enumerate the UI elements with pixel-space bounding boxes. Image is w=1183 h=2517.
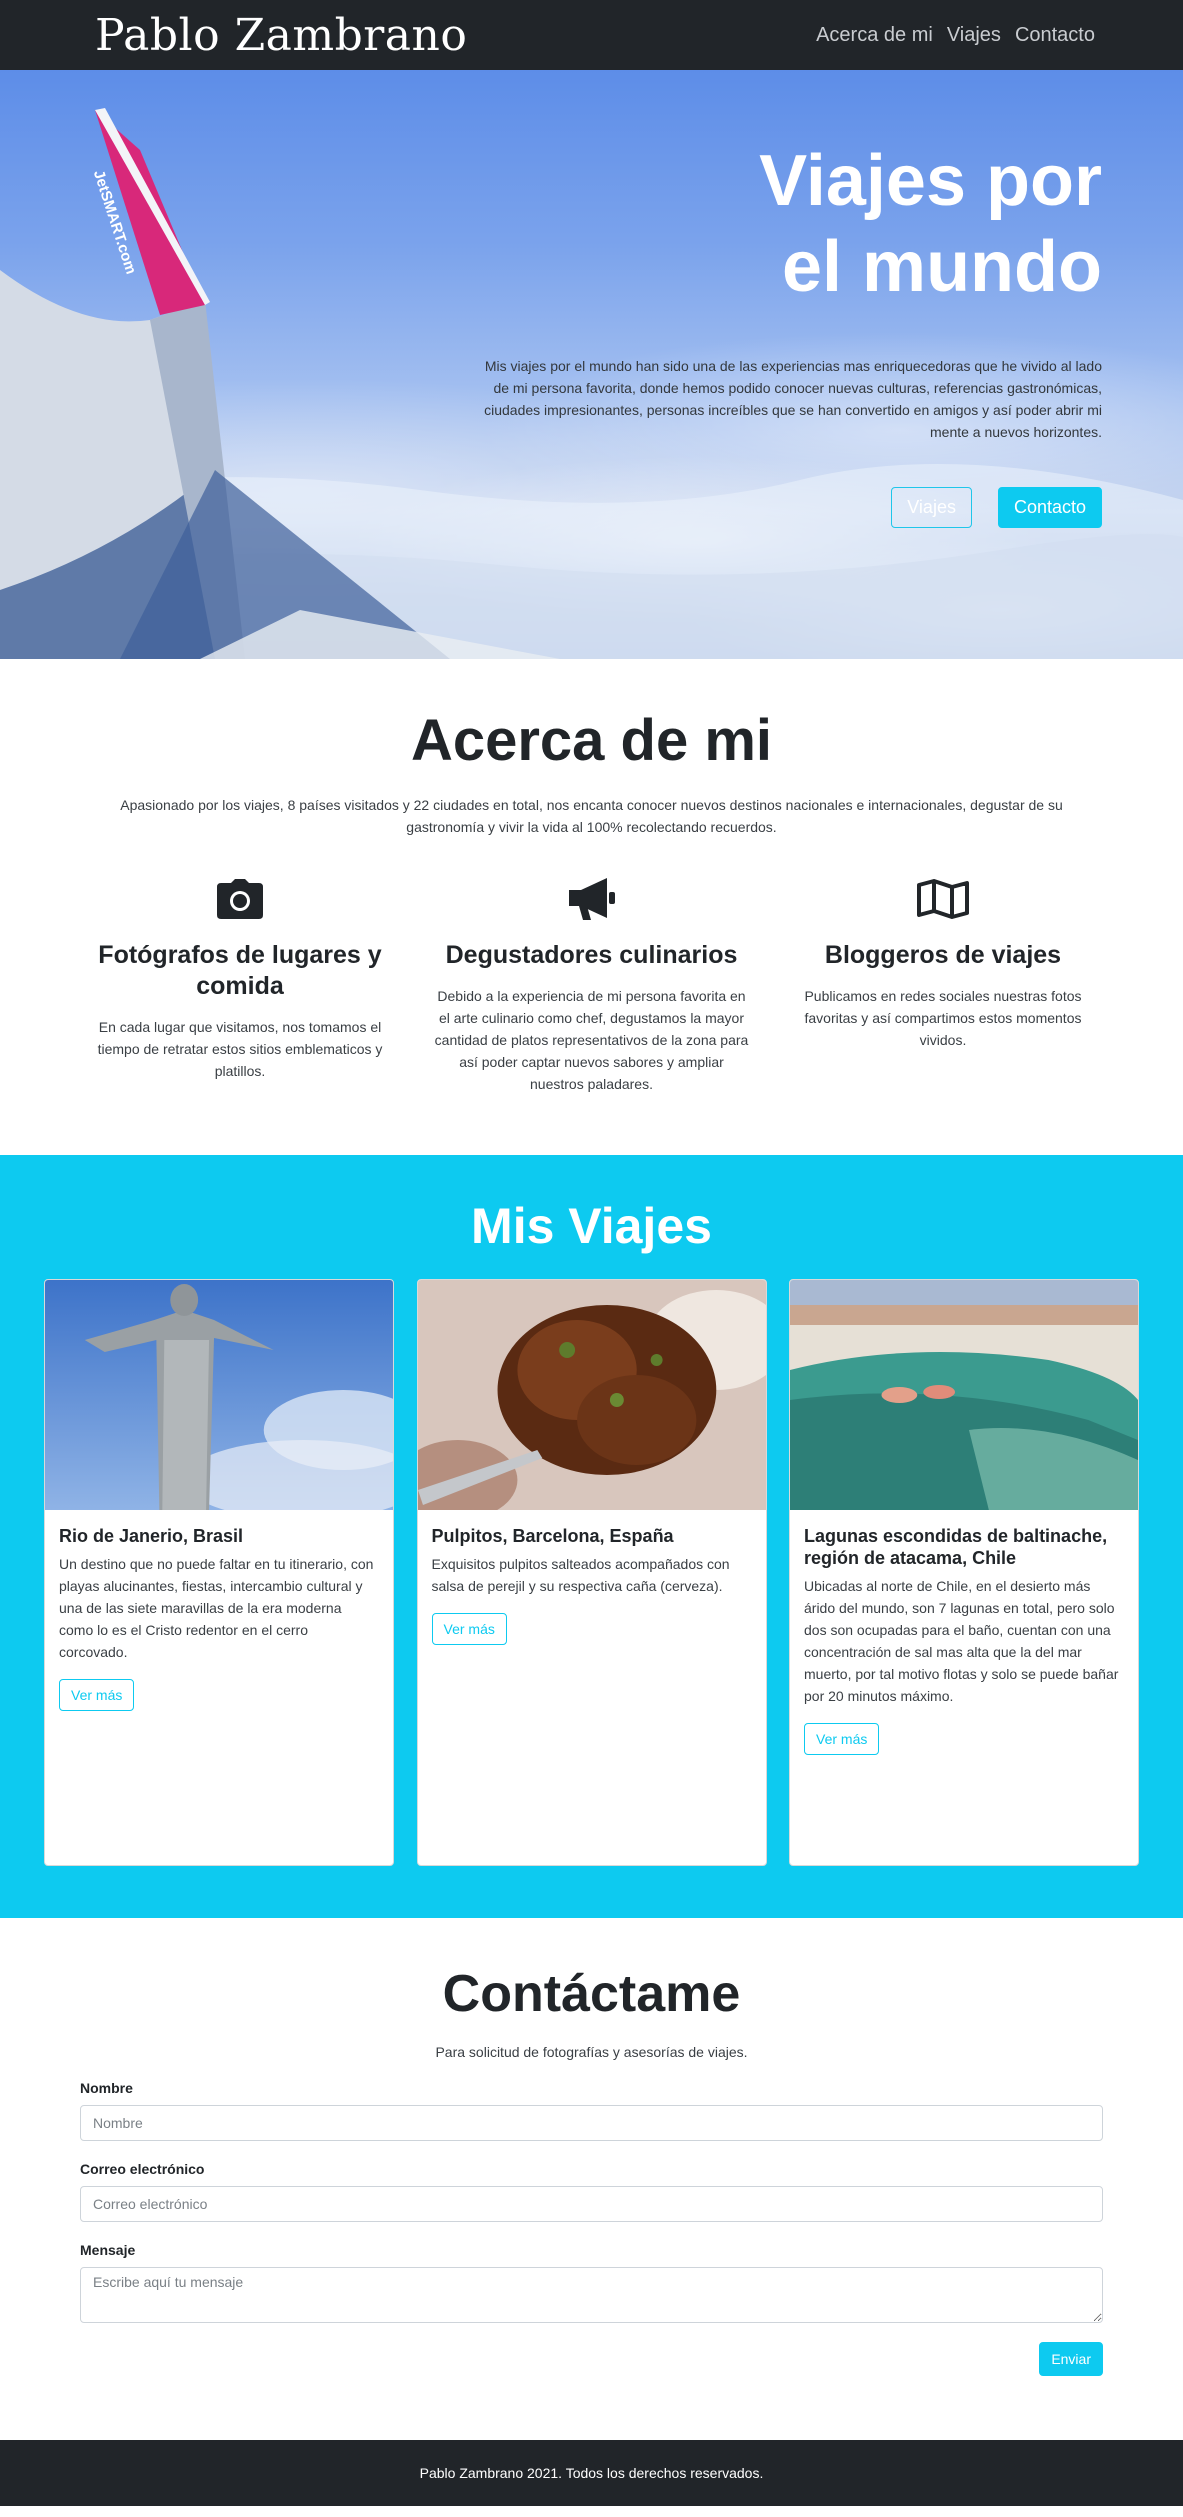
contact-section: Contáctame Para solicitud de fotografías… [0, 1918, 1183, 2440]
nav-link-acerca[interactable]: Acerca de mi [816, 24, 933, 47]
message-label: Mensaje [80, 2242, 136, 2258]
email-label: Correo electrónico [80, 2161, 205, 2177]
name-field[interactable] [80, 2105, 1103, 2141]
travel-cards: Rio de Janerio, Brasil Un destino que no… [44, 1279, 1139, 1866]
hero-title-line2: el mundo [782, 227, 1102, 307]
contact-lead: Para solicitud de fotografías y asesoría… [435, 2044, 748, 2060]
ver-mas-button[interactable]: Ver más [59, 1679, 135, 1711]
pulpitos-image [417, 1280, 766, 1510]
nav-link-contacto[interactable]: Contacto [1015, 24, 1095, 47]
card-text: Exquisitos pulpitos salteados acompañado… [431, 1556, 730, 1594]
travels-section: Mis Viajes Rio de Janerio, Brasil Un des… [0, 1155, 1183, 1918]
footer: Pablo Zambrano 2021. Todos los derechos … [0, 2440, 1183, 2506]
about-title: Acerca de mi [410, 708, 773, 773]
navbar: Pablo Zambrano Acerca de mi Viajes Conta… [0, 0, 1183, 70]
megaphone-icon [432, 874, 752, 924]
contact-form: Nombre Correo electrónico Mensaje Enviar [80, 2080, 1103, 2376]
travel-card-rio: Rio de Janerio, Brasil Un destino que no… [44, 1279, 394, 1866]
card-body: Rio de Janerio, Brasil Un destino que no… [45, 1510, 393, 1726]
camera-icon [80, 874, 400, 924]
lagunas-baltinache-image [790, 1280, 1138, 1510]
email-field[interactable] [80, 2186, 1103, 2222]
hero-description: Mis viajes por el mundo han sido una de … [484, 358, 1102, 440]
nav-link-viajes[interactable]: Viajes [947, 24, 1001, 47]
feature-title: Bloggeros de viajes [824, 941, 1062, 969]
hero-title: Viajes por el mundo [482, 138, 1102, 310]
ver-mas-button[interactable]: Ver más [804, 1723, 880, 1755]
hero-contacto-button[interactable]: Contacto [997, 487, 1102, 528]
feature-title: Fotógrafos de lugares y comida [98, 941, 382, 1000]
nav-links: Acerca de mi Viajes Contacto [816, 24, 1095, 47]
feature-text: Debido a la experiencia de mi persona fa… [434, 988, 749, 1092]
hero-content: Viajes por el mundo Mis viajes por el mu… [482, 138, 1102, 528]
about-section: Acerca de mi Apasionado por los viajes, … [0, 659, 1183, 1155]
feature-bloggers: Bloggeros de viajes Publicamos en redes … [783, 874, 1103, 1095]
travel-card-pulpitos: Pulpitos, Barcelona, España Exquisitos p… [416, 1279, 767, 1866]
name-label: Nombre [80, 2080, 133, 2096]
card-title: Lagunas escondidas de baltinache, región… [804, 1526, 1108, 1568]
feature-title: Degustadores culinarios [445, 941, 738, 969]
map-icon [783, 874, 1103, 924]
submit-button[interactable]: Enviar [1039, 2342, 1103, 2376]
card-text: Un destino que no puede faltar en tu iti… [59, 1556, 374, 1660]
card-body: Lagunas escondidas de baltinache, región… [790, 1510, 1138, 1770]
card-text: Ubicadas al norte de Chile, en el desier… [804, 1578, 1119, 1704]
hero-section: JetSMART.com Viajes por el mundo Mis via… [0, 70, 1183, 659]
brand-logo[interactable]: Pablo Zambrano [95, 10, 467, 61]
feature-photographers: Fotógrafos de lugares y comida En cada l… [80, 874, 400, 1095]
feature-culinary: Degustadores culinarios Debido a la expe… [432, 874, 752, 1095]
cristo-redentor-image [45, 1280, 393, 1510]
name-group: Nombre [80, 2080, 1103, 2141]
contact-title: Contáctame [442, 1965, 741, 2023]
features-row: Fotógrafos de lugares y comida En cada l… [80, 874, 1103, 1095]
card-title: Pulpitos, Barcelona, España [431, 1526, 674, 1546]
message-group: Mensaje [80, 2242, 1103, 2328]
hero-buttons: Viajes Contacto [482, 487, 1102, 528]
about-lead: Apasionado por los viajes, 8 países visi… [120, 797, 1063, 835]
feature-text: Publicamos en redes sociales nuestras fo… [804, 988, 1082, 1048]
travels-title: Mis Viajes [471, 1198, 712, 1254]
submit-row: Enviar [80, 2342, 1103, 2376]
feature-text: En cada lugar que visitamos, nos tomamos… [97, 1019, 383, 1079]
footer-text: Pablo Zambrano 2021. Todos los derechos … [419, 2465, 764, 2481]
travel-card-lagunas: Lagunas escondidas de baltinache, región… [789, 1279, 1139, 1866]
email-group: Correo electrónico [80, 2161, 1103, 2222]
hero-title-line1: Viajes por [759, 141, 1102, 221]
ver-mas-button[interactable]: Ver más [431, 1613, 507, 1645]
hero-viajes-button[interactable]: Viajes [891, 487, 972, 528]
card-body: Pulpitos, Barcelona, España Exquisitos p… [418, 1510, 766, 1660]
message-field[interactable] [80, 2267, 1103, 2323]
card-title: Rio de Janerio, Brasil [59, 1526, 244, 1546]
